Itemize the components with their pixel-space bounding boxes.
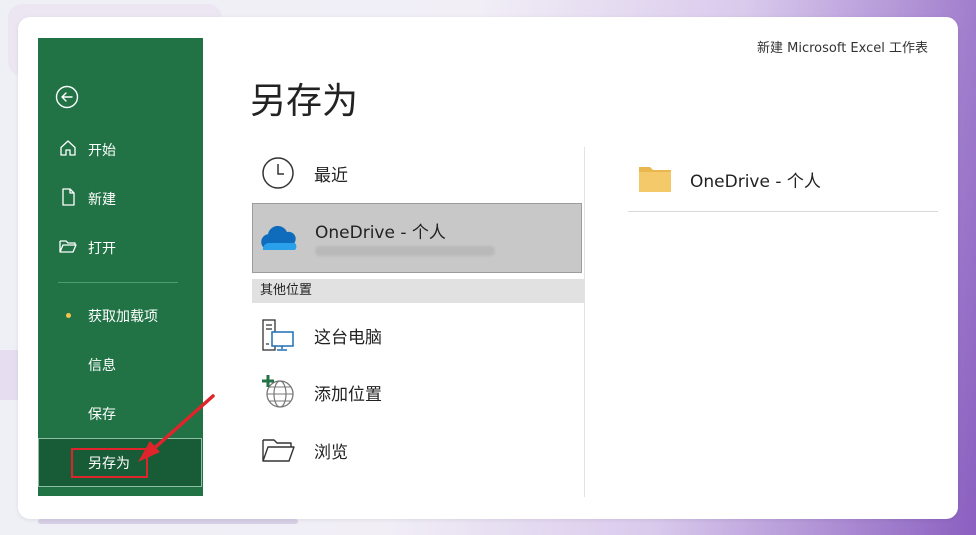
- sidebar-item-label: 获取加载项: [88, 309, 158, 325]
- page-title: 另存为: [250, 81, 359, 122]
- new-document-icon: [62, 188, 75, 206]
- onedrive-cloud-icon: [261, 226, 297, 250]
- location-label: 浏览: [314, 443, 348, 463]
- folder-label: OneDrive - 个人: [690, 172, 821, 192]
- other-locations-header: 其他位置: [252, 279, 584, 303]
- sidebar-item-label: 保存: [88, 407, 116, 423]
- location-label: 这台电脑: [314, 328, 382, 348]
- location-recent[interactable]: 最近: [252, 143, 582, 201]
- backstage-sidebar: 开始 新建 打开 获取加载项 信息 保存 另存为: [38, 38, 203, 496]
- this-pc-icon: [262, 319, 294, 351]
- sidebar-item-save[interactable]: 保存: [38, 398, 203, 428]
- sidebar-item-info[interactable]: 信息: [38, 349, 203, 379]
- sidebar-item-get-addins[interactable]: 获取加载项: [38, 300, 203, 330]
- sidebar-item-label: 信息: [88, 358, 116, 374]
- location-label: OneDrive - 个人: [315, 223, 446, 243]
- sidebar-item-label: 新建: [88, 192, 116, 208]
- folder-onedrive-personal[interactable]: OneDrive - 个人: [628, 157, 938, 203]
- location-add-place[interactable]: 添加位置: [252, 362, 582, 420]
- folder-divider: [628, 211, 938, 212]
- panel-divider: [584, 147, 585, 497]
- location-label: 最近: [314, 166, 348, 186]
- location-onedrive[interactable]: OneDrive - 个人: [252, 203, 582, 273]
- sidebar-item-new[interactable]: 新建: [38, 183, 203, 213]
- browse-folder-icon: [262, 439, 295, 462]
- location-browse[interactable]: 浏览: [252, 420, 582, 478]
- sidebar-item-label: 另存为: [88, 456, 130, 472]
- excel-backstage-window: 新建 Microsoft Excel 工作表 开始 新建 打开 获取加载项 信息…: [18, 17, 958, 519]
- open-folder-icon: [59, 240, 77, 253]
- background-bar: [38, 519, 298, 524]
- new-indicator-dot: [66, 313, 71, 318]
- home-icon: [60, 140, 76, 156]
- document-title: 新建 Microsoft Excel 工作表: [757, 41, 928, 55]
- sidebar-item-save-as[interactable]: 另存为: [38, 438, 202, 487]
- clock-icon: [262, 157, 294, 189]
- sidebar-item-label: 打开: [88, 241, 116, 257]
- location-label: 添加位置: [314, 385, 382, 405]
- sidebar-item-open[interactable]: 打开: [38, 232, 203, 262]
- redacted-account-email: [315, 246, 495, 256]
- sidebar-item-label: 开始: [88, 143, 116, 159]
- back-arrow-icon[interactable]: [55, 85, 79, 109]
- location-this-pc[interactable]: 这台电脑: [252, 305, 582, 363]
- add-location-globe-icon: [262, 375, 294, 408]
- folder-icon: [639, 167, 671, 192]
- sidebar-divider: [58, 282, 178, 283]
- sidebar-item-home[interactable]: 开始: [38, 134, 203, 164]
